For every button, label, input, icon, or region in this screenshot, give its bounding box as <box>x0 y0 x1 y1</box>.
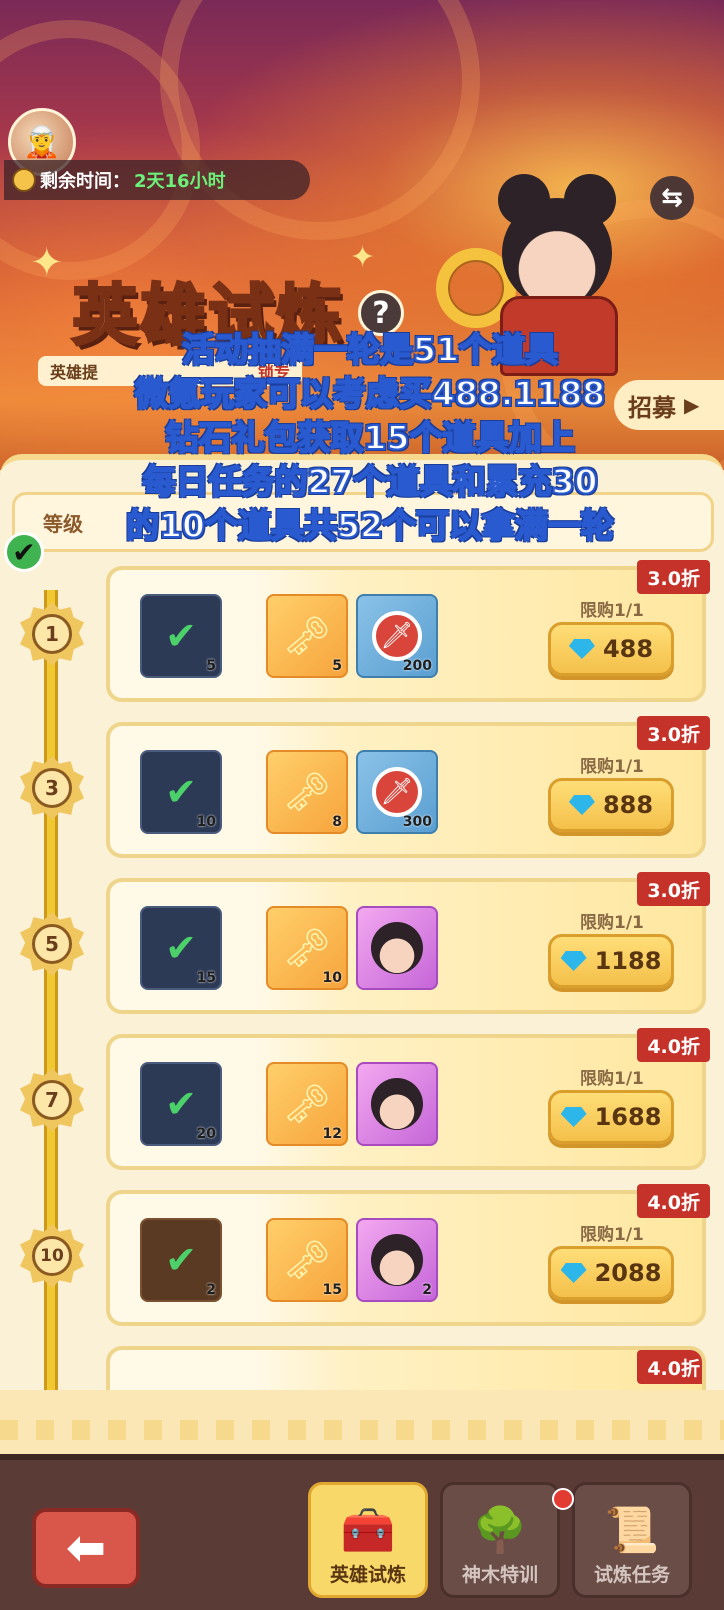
timer-value: 2天16小时 <box>134 171 226 192</box>
diamond-icon <box>560 951 587 971</box>
gift-pack-card: 4.0折 ✔ 2 🗝 15 2 限购1/1 2088 <box>106 1184 710 1326</box>
level-node: 7 <box>20 1068 84 1132</box>
hammer-item-icon[interactable]: ✔ 2 <box>140 1218 222 1302</box>
treasure-chest-icon: 🧰 <box>340 1505 396 1556</box>
gift-pack-card: 3.0折 ✔ 15 🗝 10 限购1/1 1188 <box>106 872 710 1014</box>
key-item-icon[interactable]: 🗝 15 <box>266 1218 348 1302</box>
back-arrow-icon[interactable]: ⬅ <box>32 1508 140 1588</box>
list-bottom-edge <box>0 1390 724 1454</box>
level-node: 10 <box>20 1224 84 1288</box>
diamond-icon <box>568 639 595 659</box>
notification-dot <box>552 1488 574 1510</box>
remaining-time-bar: 剩余时间： 2天16小时 <box>4 160 310 200</box>
purchase-limit: 限购1/1 <box>580 1225 644 1245</box>
buy-button[interactable]: 488 <box>548 622 674 676</box>
caption-line: 微氪玩家可以考虑买488.1188 <box>134 373 606 414</box>
gift-pack-card: 4.0折 <box>106 1346 706 1390</box>
key-item-icon[interactable]: 🗝 8 <box>266 750 348 834</box>
level-node: 5 <box>20 912 84 976</box>
gift-pack-card: 4.0折 ✔ 20 🗝 12 限购1/1 1688 <box>106 1028 710 1170</box>
gift-pack-card: 3.0折 ✔ 10 🗝 8 🗡 300 限购1/1 888 <box>106 716 710 858</box>
checkmark-icon: ✔ <box>4 532 44 572</box>
purchase-limit: 限购1/1 <box>580 1069 644 1089</box>
sparkle-icon: ✦ <box>350 240 376 275</box>
level-node: 3 <box>20 756 84 820</box>
diamond-icon <box>560 1107 587 1127</box>
sword-coin-item-icon[interactable]: 🗡 200 <box>356 594 438 678</box>
purchase-limit: 限购1/1 <box>580 913 644 933</box>
tab-trial-quests[interactable]: 📜 试炼任务 <box>572 1482 692 1598</box>
notebook-item-icon[interactable]: ✔ 15 <box>140 906 222 990</box>
bottom-navigation: ⬅ 🧰 英雄试炼 🌳 神木特训 📜 试炼任务 <box>0 1454 724 1610</box>
timer-label: 剩余时间： <box>40 171 130 192</box>
discount-badge: 4.0折 <box>637 1028 710 1062</box>
notebook-item-icon[interactable]: ✔ 20 <box>140 1062 222 1146</box>
key-item-icon[interactable]: 🗝 10 <box>266 906 348 990</box>
gift-pack-card: 3.0折 ✔ 5 🗝 5 🗡 200 限购1/1 488 <box>106 560 710 702</box>
notebook-item-icon[interactable]: ✔ 5 <box>140 594 222 678</box>
buy-button[interactable]: 888 <box>548 778 674 832</box>
strategy-caption: 活动抽满一轮是51个道具 微氪玩家可以考虑买488.1188 钻石礼包获取15个… <box>40 328 700 548</box>
diamond-icon <box>568 795 595 815</box>
caption-line: 每日任务的27个道具和累充30 <box>142 461 599 502</box>
key-item-icon[interactable]: 🗝 5 <box>266 594 348 678</box>
banner-swirl-decoration <box>160 0 480 240</box>
buy-button[interactable]: 2088 <box>548 1246 674 1300</box>
sparkle-icon: ✦ <box>30 240 64 286</box>
hero-shard-item-icon[interactable]: 2 <box>356 1218 438 1302</box>
diamond-icon <box>560 1263 587 1283</box>
discount-badge: 3.0折 <box>637 560 710 594</box>
buy-button[interactable]: 1688 <box>548 1090 674 1144</box>
tab-hero-trial[interactable]: 🧰 英雄试炼 <box>308 1482 428 1598</box>
hero-shard-item-icon[interactable] <box>356 906 438 990</box>
hero-shard-item-icon[interactable] <box>356 1062 438 1146</box>
caption-line: 钻石礼包获取15个道具加上 <box>165 417 576 458</box>
purchase-limit: 限购1/1 <box>580 757 644 777</box>
caption-line: 活动抽满一轮是51个道具 <box>181 329 559 370</box>
caption-line: 的10个道具共52个可以拿满一轮 <box>125 505 615 546</box>
purchase-limit: 限购1/1 <box>580 601 644 621</box>
notebook-item-icon[interactable]: ✔ 10 <box>140 750 222 834</box>
level-node: 1 <box>20 602 84 666</box>
swap-icon[interactable]: ⇆ <box>650 176 694 220</box>
discount-badge: 4.0折 <box>637 1184 710 1218</box>
discount-badge: 3.0折 <box>637 716 710 750</box>
discount-badge: 4.0折 <box>637 1350 702 1384</box>
discount-badge: 3.0折 <box>637 872 710 906</box>
tab-sacred-tree-training[interactable]: 🌳 神木特训 <box>440 1482 560 1598</box>
sword-coin-item-icon[interactable]: 🗡 300 <box>356 750 438 834</box>
scroll-quest-icon: 📜 <box>604 1505 660 1556</box>
clock-icon <box>12 168 36 192</box>
buy-button[interactable]: 1188 <box>548 934 674 988</box>
tree-icon: 🌳 <box>472 1505 528 1556</box>
key-item-icon[interactable]: 🗝 12 <box>266 1062 348 1146</box>
